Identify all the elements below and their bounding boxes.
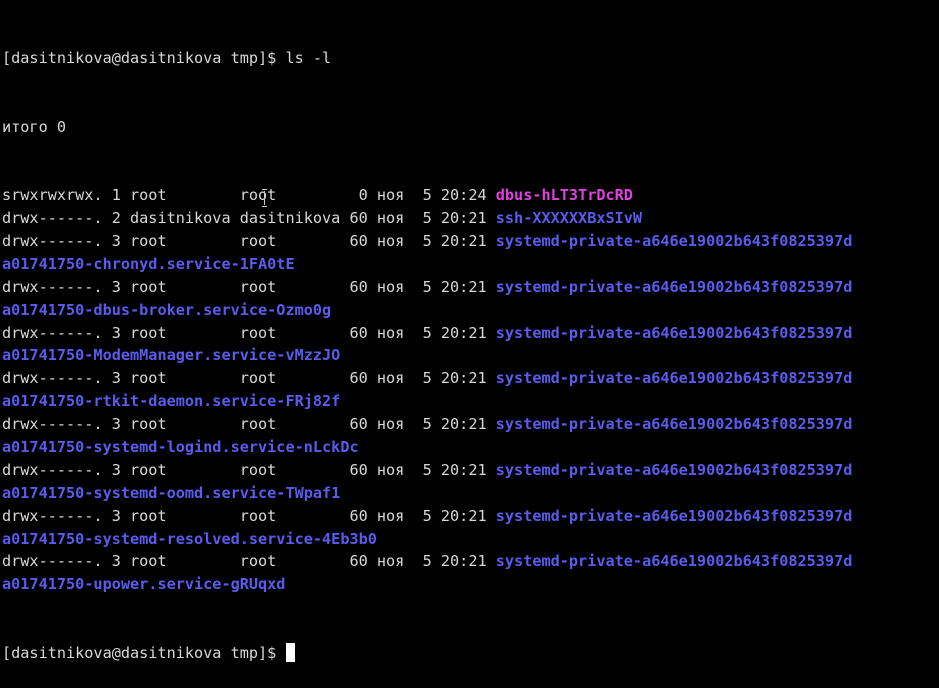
text-cursor	[286, 643, 296, 663]
directory-name: systemd-private-a646e19002b643f0825397d	[495, 369, 853, 388]
listing-row: drwx------. 3 root root 60 ноя 5 20:21 s…	[2, 367, 939, 390]
directory-name-continuation: a01741750-ModemManager.service-vMzzJO	[2, 346, 341, 365]
directory-name: systemd-private-a646e19002b643f0825397d	[495, 323, 853, 342]
entry-meta: srwxrwxrwx. 1 root root 0 ноя 5 20:24	[2, 186, 496, 205]
ibeam-cursor-icon	[262, 189, 268, 207]
listing-row: drwx------. 3 root root 60 ноя 5 20:21 s…	[2, 413, 939, 436]
directory-name: systemd-private-a646e19002b643f0825397d	[495, 506, 853, 525]
listing-row-continuation: a01741750-chronyd.service-1FA0tE	[2, 253, 939, 276]
listing-row: drwx------. 3 root root 60 ноя 5 20:21 s…	[2, 459, 939, 482]
listing-row: drwx------. 3 root root 60 ноя 5 20:21 s…	[2, 505, 939, 528]
listing-row-continuation: a01741750-rtkit-daemon.service-FRj82f	[2, 390, 939, 413]
listing-output: srwxrwxrwx. 1 root root 0 ноя 5 20:24 db…	[2, 184, 939, 596]
terminal-window[interactable]: [dasitnikova@dasitnikova tmp]$ ls -l ито…	[0, 0, 939, 663]
shell-prompt: [dasitnikova@dasitnikova tmp]$	[2, 48, 286, 67]
listing-row-continuation: a01741750-dbus-broker.service-Ozmo0g	[2, 299, 939, 322]
shell-prompt: [dasitnikova@dasitnikova tmp]$	[2, 644, 286, 663]
entry-meta: drwx------. 3 root root 60 ноя 5 20:21	[2, 552, 496, 571]
active-prompt-line[interactable]: [dasitnikova@dasitnikova tmp]$	[2, 642, 939, 665]
directory-name: ssh-XXXXXXBxSIvW	[495, 209, 643, 228]
total-line: итого 0	[2, 117, 67, 136]
listing-row-continuation: a01741750-upower.service-gRUqxd	[2, 573, 939, 596]
entry-meta: drwx------. 3 root root 60 ноя 5 20:21	[2, 369, 496, 388]
entry-meta: drwx------. 3 root root 60 ноя 5 20:21	[2, 277, 496, 296]
listing-row: srwxrwxrwx. 1 root root 0 ноя 5 20:24 db…	[2, 184, 939, 207]
command-line: [dasitnikova@dasitnikova tmp]$ ls -l	[2, 47, 939, 70]
listing-row: drwx------. 2 dasitnikova dasitnikova 60…	[2, 207, 939, 230]
directory-name-continuation: a01741750-upower.service-gRUqxd	[2, 575, 286, 594]
entry-meta: drwx------. 3 root root 60 ноя 5 20:21	[2, 506, 496, 525]
listing-row: drwx------. 3 root root 60 ноя 5 20:21 s…	[2, 230, 939, 253]
directory-name-continuation: a01741750-dbus-broker.service-Ozmo0g	[2, 300, 332, 319]
listing-row: drwx------. 3 root root 60 ноя 5 20:21 s…	[2, 276, 939, 299]
entry-meta: drwx------. 3 root root 60 ноя 5 20:21	[2, 460, 496, 479]
directory-name-continuation: a01741750-rtkit-daemon.service-FRj82f	[2, 392, 341, 411]
directory-name-continuation: a01741750-systemd-oomd.service-TWpaf1	[2, 483, 341, 502]
entry-meta: drwx------. 3 root root 60 ноя 5 20:21	[2, 232, 496, 250]
listing-row-continuation: a01741750-systemd-oomd.service-TWpaf1	[2, 482, 939, 505]
directory-name-continuation: a01741750-systemd-resolved.service-4Eb3b…	[2, 529, 377, 548]
directory-name: systemd-private-a646e19002b643f0825397d	[495, 277, 853, 296]
entry-meta: drwx------. 2 dasitnikova dasitnikova 60…	[2, 209, 496, 228]
listing-row: drwx------. 3 root root 60 ноя 5 20:21 s…	[2, 550, 939, 573]
directory-name: systemd-private-a646e19002b643f0825397d	[495, 415, 853, 434]
entry-meta: drwx------. 3 root root 60 ноя 5 20:21	[2, 415, 496, 434]
listing-row-continuation: a01741750-ModemManager.service-vMzzJO	[2, 344, 939, 367]
listing-row-continuation: a01741750-systemd-resolved.service-4Eb3b…	[2, 528, 939, 551]
directory-name: systemd-private-a646e19002b643f0825397d	[495, 232, 853, 250]
command-text: ls -l	[285, 48, 332, 67]
directory-name-continuation: a01741750-systemd-logind.service-nLckDc	[2, 438, 359, 457]
directory-name: systemd-private-a646e19002b643f0825397d	[495, 460, 853, 479]
listing-row-continuation: a01741750-systemd-logind.service-nLckDc	[2, 436, 939, 459]
socket-name: dbus-hLT3TrDcRD	[495, 186, 633, 205]
directory-name: systemd-private-a646e19002b643f0825397d	[495, 552, 853, 571]
directory-name-continuation: a01741750-chronyd.service-1FA0tE	[2, 254, 295, 273]
entry-meta: drwx------. 3 root root 60 ноя 5 20:21	[2, 323, 496, 342]
listing-row: drwx------. 3 root root 60 ноя 5 20:21 s…	[2, 322, 939, 345]
